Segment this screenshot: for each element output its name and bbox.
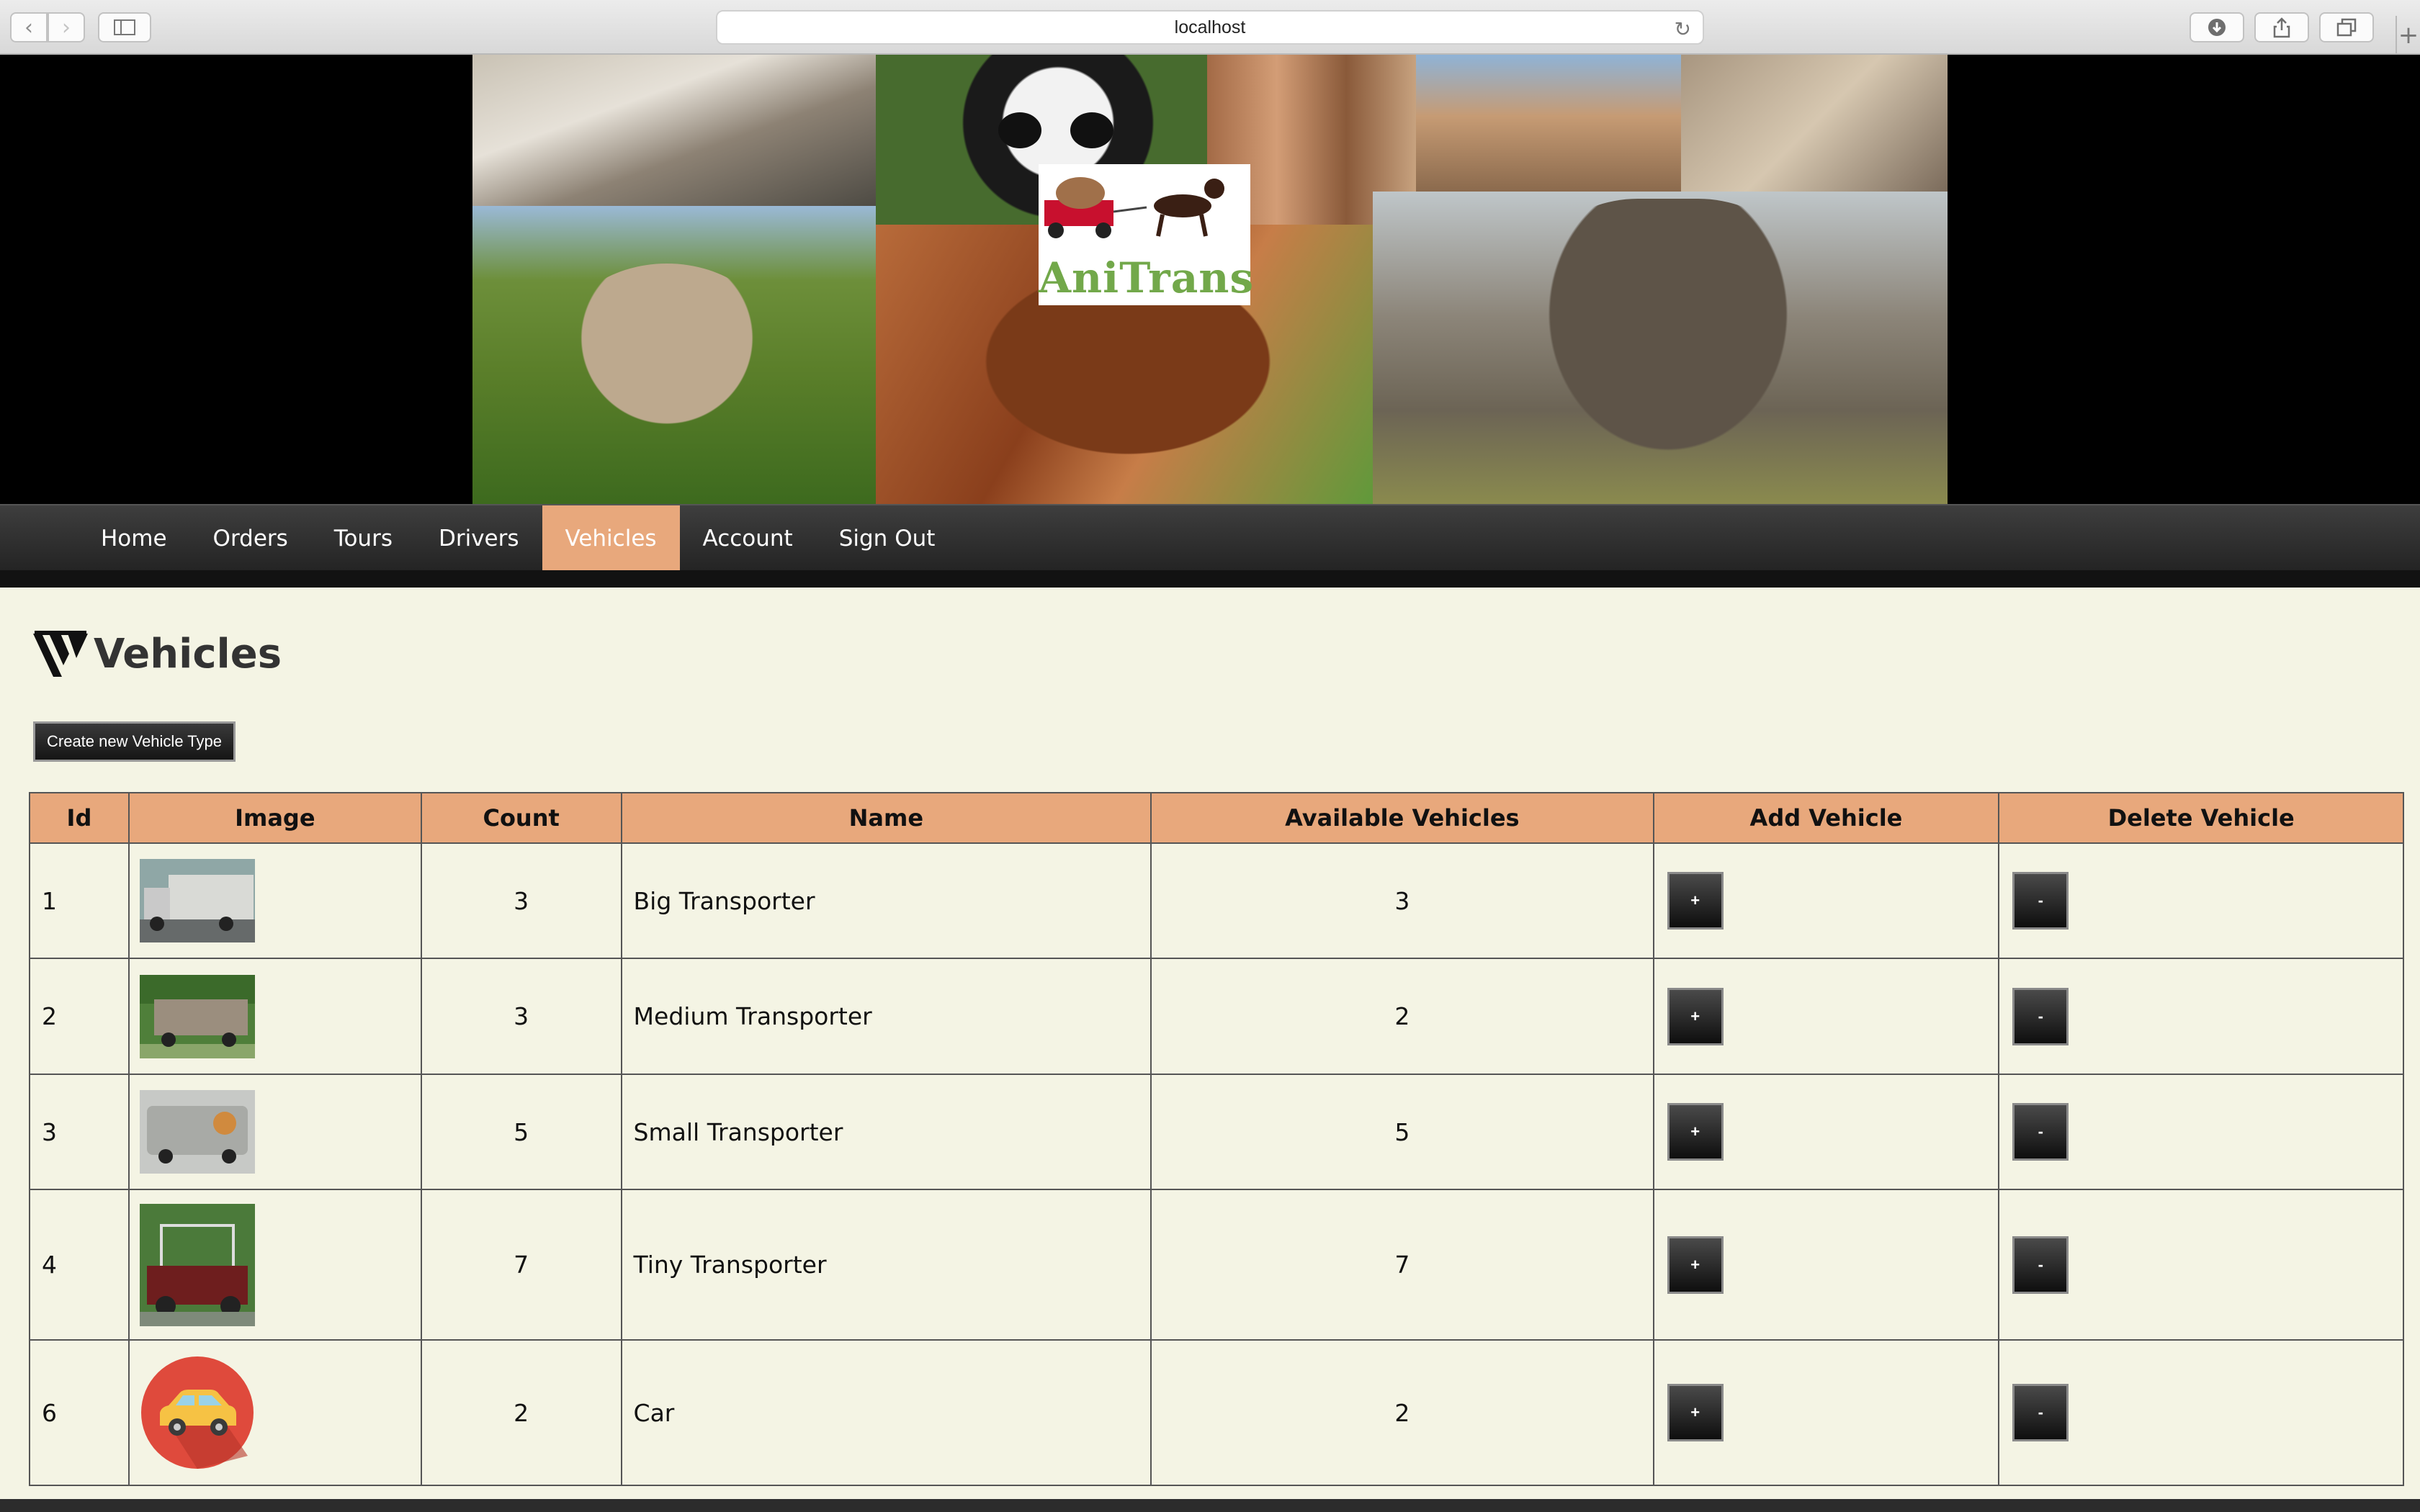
add-vehicle-button[interactable]: + — [1667, 1236, 1724, 1294]
address-bar[interactable]: localhost ↻ — [716, 10, 1704, 45]
add-vehicle-button[interactable]: + — [1667, 987, 1724, 1045]
vehicle-count: 3 — [420, 842, 622, 959]
medium-truck-photo — [139, 974, 255, 1058]
vehicle-id: 1 — [29, 842, 130, 959]
vehicle-available: 2 — [1150, 1339, 1654, 1486]
vehicle-available: 5 — [1150, 1074, 1654, 1190]
main-nav: Home Orders Tours Drivers Vehicles Accou… — [0, 504, 2420, 572]
sidebar-icon — [114, 19, 135, 35]
nav-item-tours[interactable]: Tours — [311, 505, 416, 572]
add-vehicle-button[interactable]: + — [1667, 1103, 1724, 1161]
vehicle-available: 3 — [1150, 842, 1654, 959]
delete-vehicle-button[interactable]: - — [2012, 872, 2069, 930]
vehicle-id: 4 — [29, 1189, 130, 1341]
table-row: 4 7 Tiny Transporter 7 + - — [29, 1189, 2404, 1341]
nav-divider — [0, 570, 2420, 588]
table-row: 6 2 Car 2 + - — [29, 1339, 2404, 1486]
column-header-image[interactable]: Image — [127, 792, 422, 844]
vehicle-count: 3 — [420, 958, 622, 1075]
vehicle-name: Tiny Transporter — [620, 1189, 1152, 1341]
header-banner: AniTrans — [0, 55, 2420, 504]
share-icon — [2273, 17, 2290, 38]
small-van-photo — [139, 1090, 255, 1174]
vehicles-v-icon — [33, 631, 88, 677]
url-text: localhost — [1174, 17, 1246, 37]
nav-item-vehicles[interactable]: Vehicles — [542, 505, 680, 572]
footer-bar — [0, 1499, 2420, 1512]
download-icon — [2208, 19, 2226, 36]
column-header-add[interactable]: Add Vehicle — [1652, 792, 2000, 844]
chevron-left-icon: ‹ — [24, 14, 33, 40]
logo-text: AniTrans — [1039, 253, 1255, 302]
sidebar-toggle-button[interactable] — [98, 12, 151, 42]
donkey-photo — [1416, 55, 1681, 192]
create-vehicle-type-button[interactable]: Create new Vehicle Type — [33, 721, 236, 762]
wagon-dog-logo-icon — [1044, 177, 1224, 238]
nav-item-drivers[interactable]: Drivers — [416, 505, 542, 572]
share-button[interactable] — [2254, 12, 2309, 42]
delete-vehicle-button[interactable]: - — [2012, 1236, 2069, 1294]
column-header-count[interactable]: Count — [420, 792, 622, 844]
delete-vehicle-button[interactable]: - — [2012, 987, 2069, 1045]
column-header-available[interactable]: Available Vehicles — [1150, 792, 1654, 844]
back-button[interactable]: ‹ — [10, 12, 48, 42]
forward-button[interactable]: › — [48, 12, 85, 42]
add-vehicle-button[interactable]: + — [1667, 872, 1724, 930]
vehicle-available: 2 — [1150, 958, 1654, 1075]
vehicle-available: 7 — [1150, 1189, 1654, 1341]
tabs-overview-button[interactable] — [2319, 12, 2374, 42]
vehicle-count: 5 — [420, 1074, 622, 1190]
page-header: Vehicles — [32, 629, 282, 680]
downloads-button[interactable] — [2190, 12, 2244, 42]
tabs-icon — [2336, 18, 2357, 37]
pickup-truck-photo — [139, 1203, 255, 1326]
browser-toolbar: ‹ › localhost ↻ + — [0, 0, 2420, 55]
cow-photo — [472, 206, 876, 504]
plus-icon: + — [2398, 21, 2419, 50]
delete-vehicle-button[interactable]: - — [2012, 1103, 2069, 1161]
vehicle-id: 2 — [29, 958, 130, 1075]
table-row: 2 3 Medium Transporter 2 + - — [29, 958, 2404, 1075]
elephant-photo — [1373, 192, 1948, 504]
vehicle-count: 2 — [420, 1339, 622, 1486]
vehicle-count: 7 — [420, 1189, 622, 1341]
table-row: 1 3 Big Transporter 3 + - — [29, 842, 2404, 959]
column-header-name[interactable]: Name — [620, 792, 1152, 844]
column-header-id[interactable]: Id — [29, 792, 130, 844]
nav-item-home[interactable]: Home — [78, 505, 190, 572]
new-tab-button[interactable]: + — [2396, 16, 2420, 55]
table-row: 3 5 Small Transporter 5 + - — [29, 1074, 2404, 1190]
sloth-photo — [1681, 55, 1948, 192]
vehicle-name: Big Transporter — [620, 842, 1152, 959]
vehicles-table: Id Image Count Name Available Vehicles A… — [29, 792, 2404, 1486]
table-header-row: Id Image Count Name Available Vehicles A… — [29, 792, 2404, 844]
delete-vehicle-button[interactable]: - — [2012, 1384, 2069, 1441]
vehicle-id: 3 — [29, 1074, 130, 1190]
reload-icon[interactable]: ↻ — [1675, 17, 1691, 41]
anitrans-logo[interactable]: AniTrans — [1039, 164, 1255, 305]
car-icon — [140, 1356, 254, 1469]
nav-item-account[interactable]: Account — [680, 505, 816, 572]
vehicle-name: Small Transporter — [620, 1074, 1152, 1190]
page-title: Vehicles — [94, 631, 282, 678]
chevron-right-icon: › — [62, 14, 71, 40]
nav-item-sign-out[interactable]: Sign Out — [816, 505, 959, 572]
vehicle-name: Medium Transporter — [620, 958, 1152, 1075]
add-vehicle-button[interactable]: + — [1667, 1384, 1724, 1441]
nav-item-orders[interactable]: Orders — [190, 505, 311, 572]
column-header-delete[interactable]: Delete Vehicle — [1998, 792, 2404, 844]
goat-photo — [472, 55, 876, 206]
big-truck-photo — [139, 859, 255, 942]
vehicle-name: Car — [620, 1339, 1152, 1486]
vehicle-id: 6 — [29, 1339, 130, 1486]
